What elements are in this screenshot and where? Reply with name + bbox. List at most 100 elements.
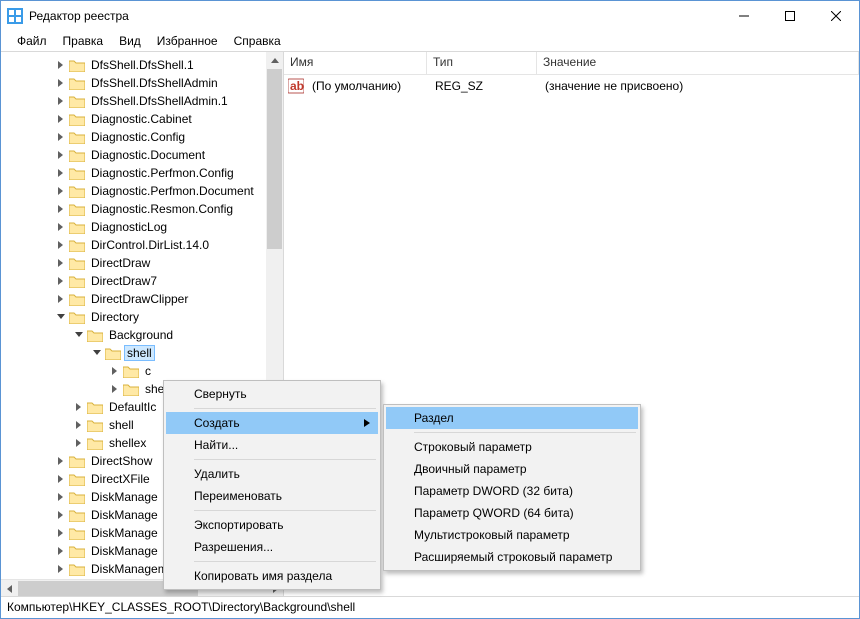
collapse-icon[interactable] (55, 311, 67, 323)
submenu-binary[interactable]: Двоичный параметр (386, 458, 638, 480)
column-type[interactable]: Тип (427, 52, 537, 74)
expand-icon[interactable] (55, 455, 67, 467)
folder-icon (87, 418, 103, 432)
expand-icon[interactable] (55, 293, 67, 305)
tree-item[interactable]: DirControl.DirList.14.0 (1, 236, 283, 254)
menu-permissions[interactable]: Разрешения... (166, 536, 378, 558)
tree-item-label: Directory (89, 310, 141, 324)
expand-icon[interactable] (109, 383, 121, 395)
folder-icon (69, 526, 85, 540)
tree-item-label: DiagnosticLog (89, 220, 169, 234)
titlebar[interactable]: Редактор реестра (1, 1, 859, 31)
expand-icon[interactable] (73, 437, 85, 449)
expand-icon[interactable] (55, 275, 67, 287)
expand-icon[interactable] (55, 221, 67, 233)
submenu-expandstring[interactable]: Расширяемый строковый параметр (386, 546, 638, 568)
statusbar-path: Компьютер\HKEY_CLASSES_ROOT\Directory\Ba… (7, 600, 355, 614)
menu-separator (194, 510, 376, 511)
tree-item[interactable]: DirectDraw7 (1, 272, 283, 290)
expand-icon[interactable] (55, 131, 67, 143)
menu-collapse[interactable]: Свернуть (166, 383, 378, 405)
tree-item[interactable]: DirectDraw (1, 254, 283, 272)
folder-icon (69, 454, 85, 468)
expand-icon[interactable] (55, 95, 67, 107)
tree-item[interactable]: Diagnostic.Perfmon.Document (1, 182, 283, 200)
tree-item-label: Diagnostic.Perfmon.Config (89, 166, 236, 180)
folder-icon (123, 382, 139, 396)
tree-item[interactable]: DiagnosticLog (1, 218, 283, 236)
expand-icon[interactable] (55, 563, 67, 575)
tree-item[interactable]: Diagnostic.Document (1, 146, 283, 164)
menu-edit[interactable]: Правка (55, 32, 112, 50)
submenu-string[interactable]: Строковый параметр (386, 436, 638, 458)
tree-item[interactable]: Diagnostic.Perfmon.Config (1, 164, 283, 182)
tree-item[interactable]: Diagnostic.Resmon.Config (1, 200, 283, 218)
tree-item-label: DiskManage (89, 544, 160, 558)
menu-copy-key-name[interactable]: Копировать имя раздела (166, 565, 378, 587)
expand-icon[interactable] (55, 545, 67, 557)
tree-item-label: shell (107, 418, 136, 432)
menu-favorites[interactable]: Избранное (149, 32, 226, 50)
collapse-icon[interactable] (91, 347, 103, 359)
folder-icon (105, 346, 121, 360)
folder-icon (69, 490, 85, 504)
expand-icon[interactable] (55, 113, 67, 125)
expand-icon[interactable] (55, 239, 67, 251)
collapse-icon[interactable] (73, 329, 85, 341)
menu-file[interactable]: Файл (9, 32, 55, 50)
tree-item-label: DirectXFile (89, 472, 152, 486)
tree-item[interactable]: Directory (1, 308, 283, 326)
menu-create[interactable]: Создать (166, 412, 378, 434)
expand-icon[interactable] (55, 77, 67, 89)
expand-icon[interactable] (55, 59, 67, 71)
minimize-button[interactable] (721, 1, 767, 31)
expand-icon[interactable] (73, 419, 85, 431)
expand-icon[interactable] (55, 185, 67, 197)
menu-export[interactable]: Экспортировать (166, 514, 378, 536)
scroll-left-arrow[interactable] (1, 580, 18, 597)
expand-icon[interactable] (55, 203, 67, 215)
tree-item-label: DirectDraw7 (89, 274, 159, 288)
expand-icon[interactable] (73, 401, 85, 413)
column-value[interactable]: Значение (537, 52, 859, 74)
maximize-button[interactable] (767, 1, 813, 31)
tree-item[interactable]: DfsShell.DfsShell.1 (1, 56, 283, 74)
list-item[interactable]: (По умолчанию) REG_SZ (значение не присв… (284, 77, 859, 95)
tree-item[interactable]: c (1, 362, 283, 380)
tree-item[interactable]: Background (1, 326, 283, 344)
tree-item[interactable]: DirectDrawClipper (1, 290, 283, 308)
menu-rename[interactable]: Переименовать (166, 485, 378, 507)
expand-icon[interactable] (55, 149, 67, 161)
scroll-thumb[interactable] (267, 69, 282, 249)
expand-icon[interactable] (55, 257, 67, 269)
close-button[interactable] (813, 1, 859, 31)
tree-item-label: Diagnostic.Perfmon.Document (89, 184, 256, 198)
expand-icon[interactable] (109, 365, 121, 377)
tree-item[interactable]: DfsShell.DfsShellAdmin (1, 74, 283, 92)
tree-item[interactable]: DfsShell.DfsShellAdmin.1 (1, 92, 283, 110)
menu-delete[interactable]: Удалить (166, 463, 378, 485)
expand-icon[interactable] (55, 491, 67, 503)
expand-icon[interactable] (55, 509, 67, 521)
menu-find[interactable]: Найти... (166, 434, 378, 456)
expand-icon[interactable] (55, 473, 67, 485)
submenu-key[interactable]: Раздел (386, 407, 638, 429)
folder-icon (69, 202, 85, 216)
scroll-up-arrow[interactable] (266, 52, 283, 69)
tree-item-label: Diagnostic.Document (89, 148, 207, 162)
menu-view[interactable]: Вид (111, 32, 149, 50)
folder-icon (69, 112, 85, 126)
tree-item[interactable]: Diagnostic.Cabinet (1, 110, 283, 128)
tree-item[interactable]: shell (1, 344, 283, 362)
submenu-qword[interactable]: Параметр QWORD (64 бита) (386, 502, 638, 524)
column-name[interactable]: Имя (284, 52, 427, 74)
expand-icon[interactable] (55, 527, 67, 539)
folder-icon (69, 472, 85, 486)
menu-help[interactable]: Справка (226, 32, 289, 50)
tree-item[interactable]: Diagnostic.Config (1, 128, 283, 146)
submenu-multistring[interactable]: Мультистроковый параметр (386, 524, 638, 546)
tree-item-label: DirectDraw (89, 256, 152, 270)
submenu-dword[interactable]: Параметр DWORD (32 бита) (386, 480, 638, 502)
expand-icon[interactable] (55, 167, 67, 179)
folder-icon (69, 76, 85, 90)
